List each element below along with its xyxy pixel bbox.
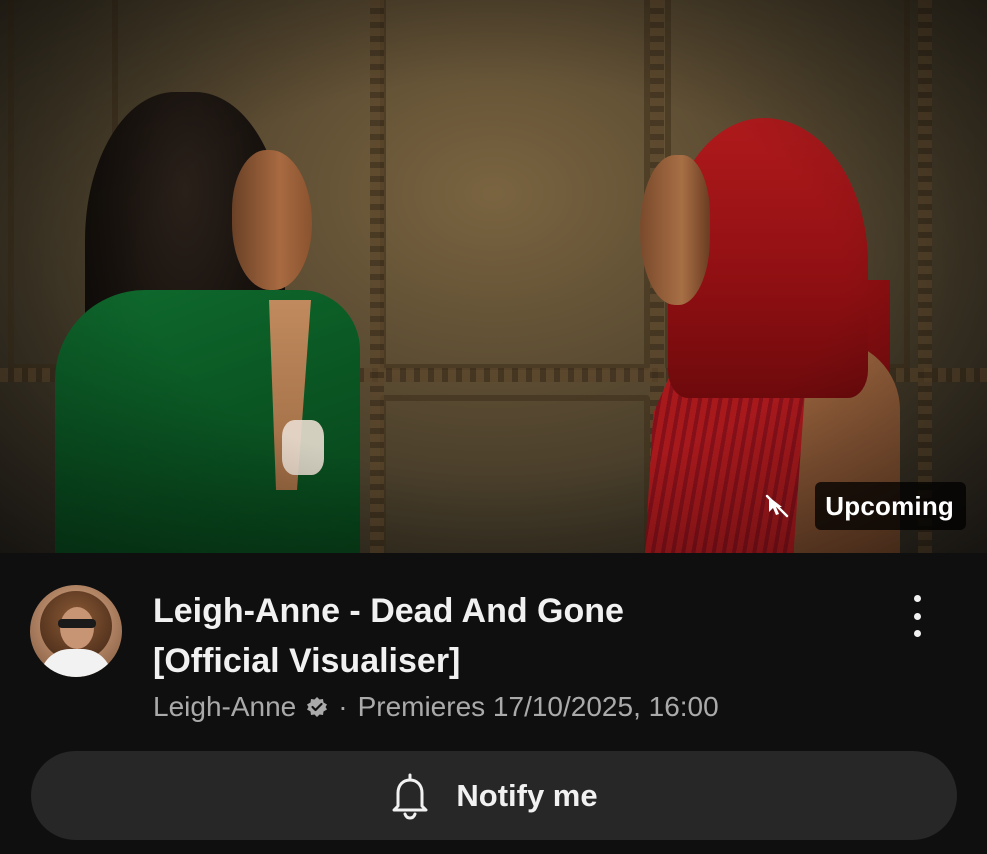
video-metadata: Leigh-Anne · Premieres 17/10/2025, 16:00 (153, 691, 719, 723)
video-title[interactable]: Leigh-Anne - Dead And Gone [Official Vis… (153, 586, 873, 686)
video-thumbnail[interactable]: Upcoming (0, 0, 987, 553)
upcoming-label: Upcoming (825, 490, 954, 521)
verified-badge-icon (306, 696, 328, 718)
video-info: Leigh-Anne - Dead And Gone [Official Vis… (0, 553, 987, 854)
cursor-slash-icon (763, 492, 791, 520)
video-title-line1: Leigh-Anne - Dead And Gone (153, 592, 624, 630)
premiere-time: Premieres 17/10/2025, 16:00 (357, 691, 719, 722)
notify-me-button[interactable]: Notify me (31, 751, 957, 840)
channel-name[interactable]: Leigh-Anne (153, 691, 296, 723)
meta-separator: · (338, 691, 348, 722)
bell-icon (390, 772, 430, 820)
notify-me-label: Notify me (456, 777, 598, 813)
channel-avatar[interactable] (30, 585, 122, 677)
upcoming-badge: Upcoming (766, 482, 966, 530)
more-vertical-icon[interactable] (902, 591, 932, 641)
video-title-line2: [Official Visualiser] (153, 642, 461, 680)
